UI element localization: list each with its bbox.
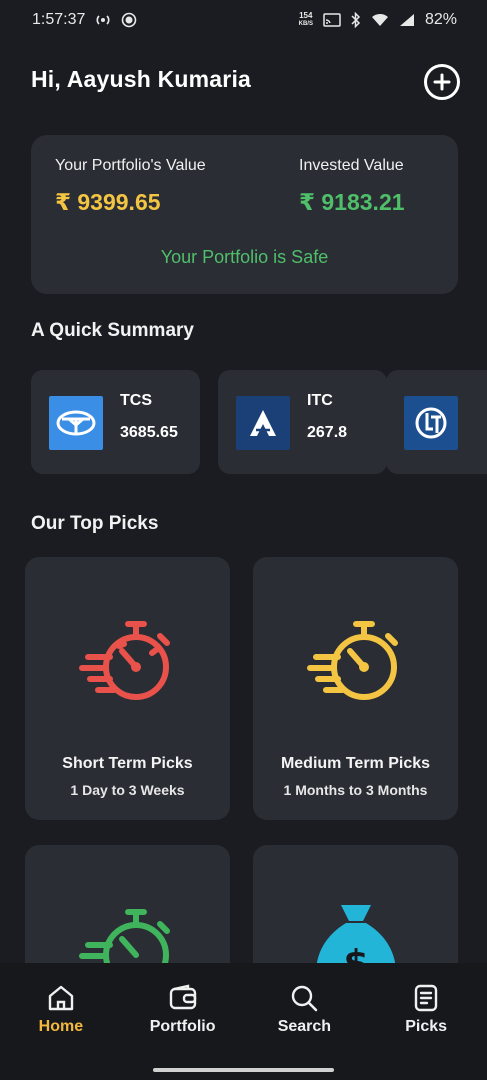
quick-summary-title: A Quick Summary	[31, 320, 194, 341]
nav-picks[interactable]: Picks	[365, 963, 487, 1080]
hotspot-icon	[95, 12, 111, 28]
stock-price: 3685.65	[120, 424, 178, 441]
status-bar: 1:57:37 154 KB/S 82%	[0, 0, 487, 40]
stock-price: 267.8	[307, 424, 348, 441]
pick-subtitle: 1 Months to 3 Months	[283, 782, 428, 798]
nav-label: Search	[277, 1018, 332, 1035]
net-speed: 154 KB/S	[298, 11, 313, 28]
portfolio-value-label: Your Portfolio's Value	[55, 157, 206, 174]
nav-label: Picks	[405, 1018, 448, 1035]
nav-home[interactable]: Home	[0, 963, 122, 1080]
signal-icon	[399, 13, 415, 27]
invested-value: ₹ 9183.21	[299, 189, 405, 215]
tcs-logo	[49, 396, 103, 450]
stock-card-itc[interactable]: ITC 267.8	[218, 370, 387, 474]
stock-card-lt[interactable]	[386, 370, 487, 474]
plus-circle-icon	[433, 73, 451, 91]
stock-name: ITC	[307, 392, 333, 409]
top-picks-title: Our Top Picks	[31, 513, 159, 534]
home-indicator[interactable]	[153, 1068, 334, 1072]
stopwatch-icon	[306, 612, 406, 717]
home-icon	[46, 983, 76, 1018]
nav-label: Home	[38, 1018, 84, 1035]
cast-icon	[323, 13, 341, 27]
stopwatch-icon	[78, 612, 178, 717]
wallet-icon	[168, 983, 198, 1018]
nav-label: Portfolio	[149, 1018, 216, 1035]
pick-subtitle: 1 Day to 3 Weeks	[70, 782, 185, 798]
itc-logo	[236, 396, 290, 450]
bluetooth-icon	[351, 12, 361, 28]
greeting-title: Hi, Aayush Kumaria	[31, 66, 252, 92]
portfolio-status: Your Portfolio is Safe	[160, 247, 329, 267]
add-button[interactable]	[424, 64, 460, 100]
bottom-nav: Home Portfolio Search Picks	[0, 963, 487, 1080]
portfolio-value: ₹ 9399.65	[55, 189, 161, 215]
list-icon	[411, 983, 441, 1018]
invested-value-label: Invested Value	[299, 157, 404, 174]
portfolio-card[interactable]: Your Portfolio's Value ₹ 9399.65 Investe…	[31, 135, 458, 294]
pick-card-medium-term[interactable]: Medium Term Picks 1 Months to 3 Months	[253, 557, 458, 820]
pick-title: Medium Term Picks	[280, 755, 431, 772]
battery-level: 82%	[424, 11, 457, 28]
app-screen: 1:57:37 154 KB/S 82% Hi, Aayush Kumaria …	[0, 0, 487, 1080]
status-time: 1:57:37	[32, 11, 86, 28]
lt-logo	[404, 396, 458, 450]
search-icon	[289, 983, 319, 1018]
stock-card-tcs[interactable]: TCS 3685.65	[31, 370, 200, 474]
stock-name: TCS	[120, 392, 152, 409]
pick-card-short-term[interactable]: Short Term Picks 1 Day to 3 Weeks	[25, 557, 230, 820]
pick-title: Short Term Picks	[62, 755, 193, 772]
quick-summary-row[interactable]: TCS 3685.65 ITC 267.8	[31, 370, 487, 475]
nav-portfolio[interactable]: Portfolio	[122, 963, 244, 1080]
nav-search[interactable]: Search	[244, 963, 366, 1080]
wifi-icon	[371, 13, 389, 27]
record-icon	[121, 12, 137, 28]
